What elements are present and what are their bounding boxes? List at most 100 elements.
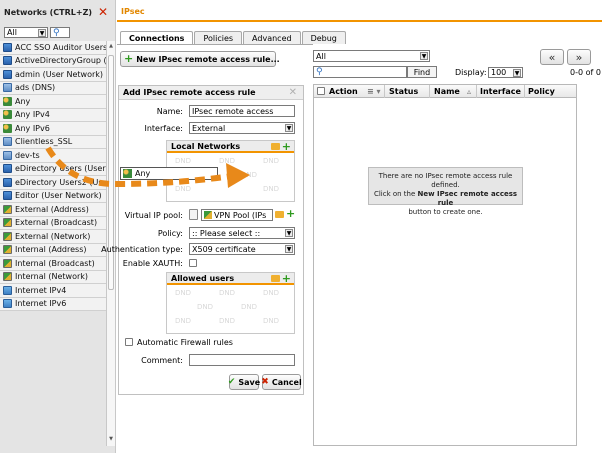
- column-interface[interactable]: Interface: [480, 87, 521, 96]
- network-list-item[interactable]: Editor (User Network): [0, 189, 106, 203]
- network-list-item[interactable]: Internet IPv4: [0, 284, 106, 298]
- network-list-item[interactable]: admin (User Network): [0, 68, 106, 82]
- network-list-item-label: External (Broadcast): [15, 218, 98, 228]
- trash-icon[interactable]: [189, 209, 198, 220]
- rules-filter-select[interactable]: All ▼: [313, 50, 430, 62]
- network-icon: [3, 42, 12, 52]
- chevron-down-icon[interactable]: ▼: [513, 69, 521, 77]
- name-label: Name:: [156, 107, 183, 116]
- networks-scrollbar[interactable]: ▲ ▼: [106, 41, 115, 446]
- network-list-item[interactable]: Internal (Broadcast): [0, 257, 106, 271]
- tab-debug[interactable]: Debug: [301, 31, 346, 44]
- policy-select[interactable]: :: Please select :: ▼: [189, 227, 295, 239]
- pager-prev-button[interactable]: «: [540, 49, 564, 65]
- network-list-item[interactable]: Internet IPv6: [0, 297, 106, 311]
- networks-panel-header: Networks (CTRL+Z) ✕: [0, 0, 115, 24]
- sort-asc-icon[interactable]: ▵: [467, 87, 471, 96]
- network-list-item[interactable]: eDirectory Users2 (User Gr: [0, 176, 106, 190]
- column-policy[interactable]: Policy: [528, 87, 555, 96]
- network-list-item[interactable]: Clientless_SSL: [0, 135, 106, 149]
- column-divider: [476, 85, 477, 98]
- host-icon: [3, 83, 12, 93]
- allowed-users-dropzone[interactable]: DND DND DND DND DND DND DND DND: [167, 287, 294, 333]
- tab-connections[interactable]: Connections: [120, 31, 194, 45]
- scroll-up-icon[interactable]: ▲: [108, 43, 114, 51]
- comment-field[interactable]: [189, 354, 295, 366]
- folder-icon[interactable]: [275, 211, 284, 218]
- cancel-button[interactable]: ✖ Cancel: [261, 374, 302, 390]
- auto-firewall-checkbox[interactable]: [125, 338, 133, 346]
- any-icon: [3, 110, 12, 120]
- chevron-down-icon[interactable]: ▼: [285, 245, 293, 253]
- folder-icon[interactable]: [271, 143, 280, 150]
- network-list-item[interactable]: ActiveDirectoryGroup (User: [0, 54, 106, 68]
- dialog-close-icon[interactable]: ✕: [289, 87, 297, 98]
- networks-search-input[interactable]: ⚲: [50, 27, 70, 38]
- network-icon: [3, 177, 12, 187]
- network-list-item[interactable]: ads (DNS): [0, 81, 106, 95]
- sort-icon[interactable]: ≡ ▾: [367, 87, 381, 96]
- tab-policies[interactable]: Policies: [194, 31, 243, 44]
- network-list-item[interactable]: External (Broadcast): [0, 216, 106, 230]
- page-title-bar: IPsec: [117, 0, 602, 22]
- display-select[interactable]: 100 ▼: [488, 67, 523, 78]
- network-list-item[interactable]: dev-ts: [0, 149, 106, 163]
- search-icon: ⚲: [53, 27, 60, 38]
- network-list-item[interactable]: eDirectory Users (User Gro: [0, 162, 106, 176]
- add-icon[interactable]: +: [282, 272, 291, 285]
- add-icon[interactable]: +: [282, 140, 291, 153]
- column-name[interactable]: Name: [434, 87, 460, 96]
- network-list-item[interactable]: Any IPv4: [0, 108, 106, 122]
- network-list-item[interactable]: Any IPv6: [0, 122, 106, 136]
- chevron-down-icon[interactable]: ▼: [38, 29, 46, 37]
- pager-count: 0-0 of 0: [570, 68, 601, 77]
- interface-label: Interface:: [144, 124, 183, 133]
- network-list-item[interactable]: External (Address): [0, 203, 106, 217]
- save-button[interactable]: ✔ Save: [227, 374, 260, 390]
- network-list-item-label: Clientless_SSL: [15, 137, 73, 147]
- networks-filter-value: All: [7, 28, 17, 37]
- internet-icon: [3, 285, 12, 295]
- check-icon: ✔: [227, 377, 236, 387]
- virtual-ip-field[interactable]: VPN Pool (IPs: [201, 209, 273, 221]
- scroll-down-icon[interactable]: ▼: [108, 436, 114, 444]
- allowed-users-box[interactable]: Allowed users + DND DND DND DND DND DND …: [166, 272, 295, 334]
- xauth-checkbox[interactable]: [189, 259, 197, 267]
- network-list-item[interactable]: External (Network): [0, 230, 106, 244]
- network-list-item[interactable]: Any: [0, 95, 106, 109]
- column-status[interactable]: Status: [389, 87, 418, 96]
- scrollbar-thumb[interactable]: [108, 55, 114, 290]
- network-list-item[interactable]: ACC SSO Auditor Users (U: [0, 41, 106, 55]
- network-list-item[interactable]: Internal (Network): [0, 270, 106, 284]
- host-icon: [3, 150, 12, 160]
- network-list-item-label: Internet IPv6: [15, 299, 67, 309]
- column-action[interactable]: Action: [329, 87, 358, 96]
- select-all-checkbox[interactable]: [317, 87, 325, 95]
- auth-type-select[interactable]: X509 certificate ▼: [189, 243, 295, 255]
- dnd-watermark: DND: [175, 317, 192, 325]
- chevron-down-icon[interactable]: ▼: [285, 124, 293, 132]
- name-field[interactable]: IPsec remote access: [189, 105, 295, 117]
- networks-filter-select[interactable]: All ▼: [4, 27, 48, 38]
- table-header: Action ≡ ▾ Status Name ▵ Interface Polic…: [314, 85, 576, 98]
- interface-select[interactable]: External ▼: [189, 122, 295, 134]
- network-list-item-label: External (Address): [15, 204, 89, 214]
- tab-advanced[interactable]: Advanced: [243, 31, 301, 44]
- dialog-title: Add IPsec remote access rule: [123, 88, 256, 97]
- new-rule-button[interactable]: + New IPsec remote access rule...: [120, 51, 280, 67]
- chevron-down-icon[interactable]: ▼: [420, 52, 428, 60]
- chevron-down-icon[interactable]: ▼: [285, 229, 293, 237]
- pager-next-button[interactable]: »: [567, 49, 591, 65]
- rules-search-input[interactable]: ⚲: [313, 66, 407, 78]
- cancel-icon: ✖: [261, 377, 269, 387]
- networks-panel: Networks (CTRL+Z) ✕ All ▼ ⚲ ACC SSO Audi…: [0, 0, 116, 453]
- find-button[interactable]: Find: [407, 66, 437, 78]
- folder-icon[interactable]: [271, 275, 280, 282]
- empty-message-link: New IPsec remote access rule: [417, 190, 518, 207]
- display-label: Display:: [455, 68, 487, 77]
- tab-divider: [117, 44, 313, 45]
- close-icon[interactable]: ✕: [98, 5, 108, 19]
- network-list-item[interactable]: Internal (Address): [0, 243, 106, 257]
- dragged-network-item[interactable]: Any: [120, 167, 218, 180]
- add-icon[interactable]: +: [286, 207, 295, 220]
